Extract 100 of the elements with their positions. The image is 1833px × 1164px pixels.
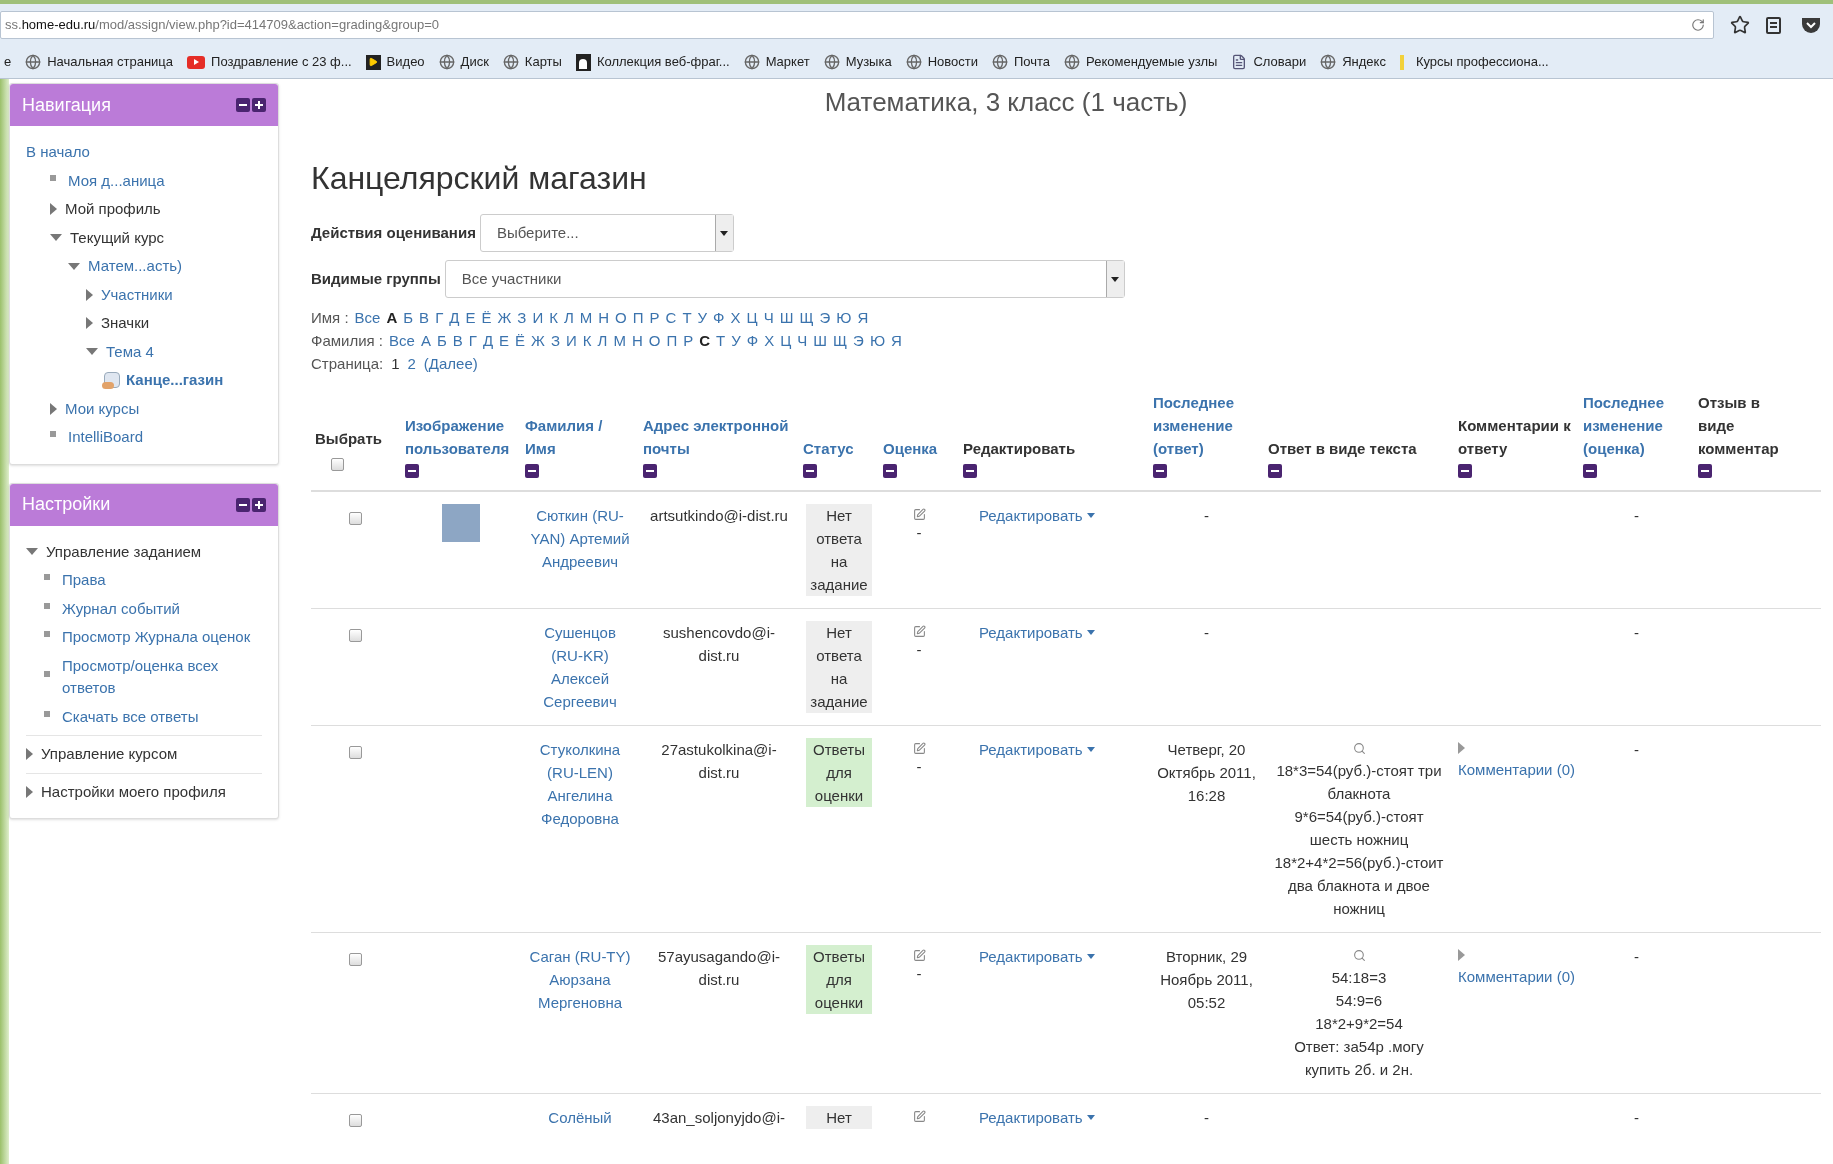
letter-link[interactable]: Ё xyxy=(515,329,526,352)
column-header[interactable]: Статус xyxy=(803,437,875,460)
letter-link[interactable]: Ц xyxy=(780,329,792,352)
tree-item[interactable]: В начало xyxy=(26,141,90,164)
page-link[interactable]: 1 xyxy=(391,352,400,375)
edit-grade-icon[interactable] xyxy=(912,625,926,638)
letter-link[interactable]: В xyxy=(452,329,463,352)
letter-link[interactable]: З xyxy=(550,329,560,352)
collapsed-triangle-icon[interactable] xyxy=(26,748,33,761)
letter-link[interactable]: Ф xyxy=(746,329,759,352)
collapse-column-icon[interactable] xyxy=(525,464,539,478)
student-name-link[interactable]: Саган (RU-TY) Аюрзана Мергеновна xyxy=(529,945,631,1014)
letter-link[interactable]: Х xyxy=(730,306,741,329)
column-header[interactable]: Последнее изменение (ответ) xyxy=(1153,391,1260,460)
letter-link[interactable]: Г xyxy=(435,306,444,329)
collapse-column-icon[interactable] xyxy=(1268,464,1282,478)
pocket-icon[interactable] xyxy=(1801,16,1821,34)
bookmark-link[interactable]: Маркет xyxy=(765,52,810,72)
letter-link[interactable]: Л xyxy=(597,329,608,352)
column-header[interactable]: Оценка xyxy=(883,437,955,460)
tree-item[interactable]: Скачать все ответы xyxy=(62,705,199,728)
edit-grade-icon[interactable] xyxy=(912,742,926,755)
expanded-triangle-icon[interactable] xyxy=(50,234,62,242)
collapse-column-icon[interactable] xyxy=(405,464,419,478)
letter-link[interactable]: Д xyxy=(449,306,460,329)
row-checkbox[interactable] xyxy=(349,746,362,759)
row-checkbox[interactable] xyxy=(349,512,362,525)
edit-menu-link[interactable]: Редактировать xyxy=(979,504,1095,527)
student-name-link[interactable]: Сушенцов (RU-KR) Алексей Сергеевич xyxy=(529,621,631,713)
bookmark-link[interactable]: Поздравление с 23 ф... xyxy=(211,52,352,72)
letter-link[interactable]: М xyxy=(613,329,626,352)
letter-link[interactable]: Б xyxy=(436,329,447,352)
tree-item[interactable]: Права xyxy=(62,569,106,592)
letter-link[interactable]: П xyxy=(632,306,644,329)
tree-item[interactable]: Текущий курс xyxy=(70,226,165,249)
expand-triangle-icon[interactable] xyxy=(1458,742,1465,754)
tree-item[interactable]: Управление заданием xyxy=(46,540,202,563)
letter-link[interactable]: Ч xyxy=(797,329,808,352)
bookmark-link[interactable]: е xyxy=(4,52,12,72)
bookmark-link[interactable]: Почта xyxy=(1014,52,1051,72)
tree-item[interactable]: Просмотр Журнала оценок xyxy=(62,626,251,649)
letter-link[interactable]: М xyxy=(579,306,593,329)
edit-menu-link[interactable]: Редактировать xyxy=(979,738,1095,761)
tree-item[interactable]: Матем...асть) xyxy=(88,255,183,278)
letter-link[interactable]: Все xyxy=(354,306,381,329)
letter-link[interactable]: О xyxy=(648,329,661,352)
letter-link[interactable]: Н xyxy=(631,329,643,352)
letter-link[interactable]: Ш xyxy=(779,306,794,329)
letter-link[interactable]: З xyxy=(517,306,527,329)
collapsed-triangle-icon[interactable] xyxy=(50,203,57,216)
letter-link[interactable]: К xyxy=(582,329,592,352)
letter-link[interactable]: Р xyxy=(683,329,694,352)
page-link[interactable]: 2 xyxy=(407,352,416,375)
letter-link[interactable]: Ж xyxy=(497,306,512,329)
tree-item[interactable]: Канце...газин xyxy=(126,369,224,392)
expanded-triangle-icon[interactable] xyxy=(86,348,98,356)
collapse-column-icon[interactable] xyxy=(1458,464,1472,478)
select-all-checkbox[interactable] xyxy=(331,458,344,471)
tree-item[interactable]: Участники xyxy=(101,283,173,306)
bookmark-link[interactable]: Карты xyxy=(524,52,562,72)
column-header[interactable]: Адрес электронной почты xyxy=(643,414,795,460)
bookmark-link[interactable]: Курсы профессиона... xyxy=(1415,52,1549,72)
search-icon[interactable] xyxy=(1352,949,1366,962)
letter-link[interactable]: С xyxy=(699,329,711,352)
letter-link[interactable]: У xyxy=(731,329,741,352)
letter-link[interactable]: Щ xyxy=(799,306,814,329)
edit-grade-icon[interactable] xyxy=(912,508,926,521)
edit-menu-link[interactable]: Редактировать xyxy=(979,945,1095,968)
letter-link[interactable]: Ж xyxy=(531,329,545,352)
grading-action-select[interactable]: Выберите... xyxy=(479,214,734,252)
edit-grade-icon[interactable] xyxy=(912,949,926,962)
star-icon[interactable] xyxy=(1730,15,1750,35)
collapse-column-icon[interactable] xyxy=(643,464,657,478)
letter-link[interactable]: Л xyxy=(563,306,574,329)
bookmark-link[interactable]: Начальная страница xyxy=(47,52,174,72)
letter-link[interactable]: Ч xyxy=(763,306,774,329)
letter-link[interactable]: Э xyxy=(819,306,831,329)
tree-item[interactable]: IntelliBoard xyxy=(68,426,144,449)
edit-menu-link[interactable]: Редактировать xyxy=(979,621,1095,644)
tree-item[interactable]: Моя д...аница xyxy=(68,169,165,192)
comments-link[interactable]: Комментарии (0) xyxy=(1458,965,1575,988)
reading-list-icon[interactable] xyxy=(1766,16,1781,34)
address-field[interactable]: ss.home-edu.ru/mod/assign/view.php?id=414709&action=grading&group=0 xyxy=(0,11,1714,39)
letter-link[interactable]: Р xyxy=(649,306,660,329)
column-header[interactable]: Фамилия / Имя xyxy=(525,414,635,460)
letter-link[interactable]: Щ xyxy=(833,329,848,352)
letter-link[interactable]: Я xyxy=(891,329,902,352)
letter-link[interactable]: Э xyxy=(853,329,864,352)
collapse-column-icon[interactable] xyxy=(803,464,817,478)
collapsed-triangle-icon[interactable] xyxy=(26,785,33,798)
bookmark-link[interactable]: Яндекс xyxy=(1342,52,1386,72)
letter-link[interactable]: Н xyxy=(598,306,610,329)
bookmark-link[interactable]: Словари xyxy=(1253,52,1307,72)
letter-link[interactable]: Х xyxy=(764,329,775,352)
row-checkbox[interactable] xyxy=(349,953,362,966)
letter-link[interactable]: А xyxy=(420,329,431,352)
collapse-icon[interactable] xyxy=(236,497,250,512)
collapse-column-icon[interactable] xyxy=(963,464,977,478)
tree-item[interactable]: Мои курсы xyxy=(65,397,140,420)
letter-link[interactable]: У xyxy=(697,306,708,329)
